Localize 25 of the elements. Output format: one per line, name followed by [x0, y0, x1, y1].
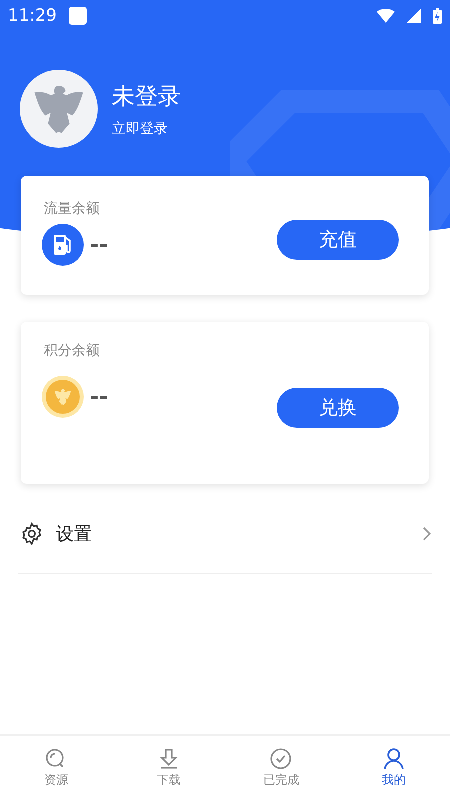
nav-tab[interactable]: 我的 — [338, 736, 450, 800]
wifi-icon — [377, 9, 395, 23]
login-link[interactable]: 立即登录 — [112, 120, 181, 138]
balance-label: 积分余额 — [44, 342, 101, 360]
settings-icon — [20, 522, 44, 546]
fuel-pump-icon — [42, 224, 84, 266]
nav-tab[interactable]: 下载 — [112, 736, 225, 800]
balance-button[interactable]: 充值 — [277, 220, 399, 260]
signal-icon — [407, 9, 421, 23]
person-icon — [382, 748, 405, 770]
menu-item[interactable]: 设置 — [0, 513, 450, 555]
chevron-right-icon — [422, 526, 432, 542]
nav-tab[interactable]: 已完成 — [225, 736, 338, 800]
download-icon — [158, 748, 180, 770]
balance-label: 流量余额 — [44, 200, 101, 218]
notification-icon — [69, 7, 87, 25]
check-circle-icon — [270, 748, 292, 770]
balance-value: -- — [90, 384, 108, 410]
status-time: 11:29 — [8, 6, 57, 26]
balance-value: -- — [90, 232, 108, 258]
nav-tab[interactable]: 资源 — [0, 736, 112, 800]
user-name: 未登录 — [112, 82, 181, 112]
balance-button[interactable]: 兑换 — [277, 388, 399, 428]
battery-icon — [433, 8, 442, 24]
coin-icon — [42, 376, 84, 418]
